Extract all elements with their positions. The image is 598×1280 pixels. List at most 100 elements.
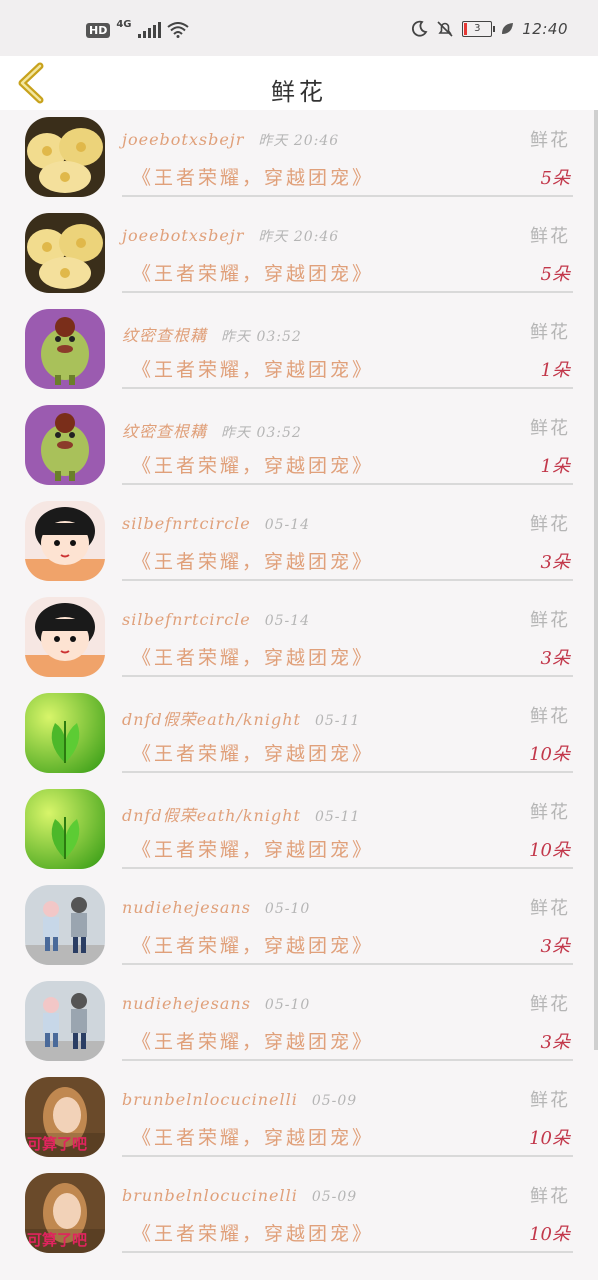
sender-name: brunbelnlocucinelli 05-09 <box>122 1186 357 1205</box>
list-item[interactable]: silbefnrtcircle 05-14 鲜花 《王者荣耀，穿越团宠》 3朵 <box>0 494 598 590</box>
list-item[interactable]: 可算了吧 brunbelnlocucinelli 05-09 鲜花《王者荣耀，穿越团宠… <box>0 1166 598 1262</box>
sender-name-text: brunbelnlocucinelli <box>122 1186 298 1205</box>
scrollbar[interactable] <box>594 110 598 1050</box>
gift-count: 1朵 <box>540 360 570 381</box>
gift-type: 鲜花 <box>530 610 570 631</box>
kids-photo-avatar[interactable] <box>25 981 105 1061</box>
status-bar: HD 4G 3 12:40 <box>0 0 598 56</box>
divider <box>122 291 573 293</box>
list-item[interactable]: dnfd假荣eath/knight 05-11 鲜花 《王者荣耀，穿越团宠》 10朵 <box>0 782 598 878</box>
sender-name: 纹密查根耩 昨天 03:52 <box>122 418 302 442</box>
kids-photo-avatar[interactable] <box>25 885 105 965</box>
gift-count: 3朵 <box>540 1032 570 1053</box>
food-avatar[interactable] <box>25 117 105 197</box>
timestamp: 昨天 03:52 <box>221 425 302 441</box>
gift-count: 3朵 <box>540 552 570 573</box>
gift-count: 3朵 <box>540 648 570 669</box>
sender-name-text: brunbelnlocucinelli <box>122 1090 298 1109</box>
page-title: 鲜花 <box>271 78 327 106</box>
divider <box>122 387 573 389</box>
list-item[interactable]: joeebotxsbejr 昨天 20:46 鲜花《王者荣耀，穿越团宠》 5朵 <box>0 110 598 206</box>
list-item[interactable]: dnfd假荣eath/knight 05-11 鲜花 《王者荣耀，穿越团宠》 10朵 <box>0 686 598 782</box>
sender-name-text: silbefnrtcircle <box>122 514 251 533</box>
timestamp: 05-11 <box>314 713 361 729</box>
gift-record-list: joeebotxsbejr 昨天 20:46 鲜花 《王者荣耀，穿越团宠》 5朵 joee… <box>0 110 598 1262</box>
gift-count: 1朵 <box>540 456 570 477</box>
list-item[interactable]: silbefnrtcircle 05-14 鲜花 《王者荣耀，穿越团宠》 3朵 <box>0 590 598 686</box>
sender-name: nudiehejesans 05-10 <box>122 898 310 917</box>
bell-muted-icon <box>437 21 453 37</box>
timestamp: 05-10 <box>264 997 311 1013</box>
leaf-icon <box>502 23 514 34</box>
gift-count: 3朵 <box>540 936 570 957</box>
status-left: HD 4G <box>86 19 189 38</box>
sender-name: joeebotxsbejr 昨天 20:46 <box>122 130 339 150</box>
moon-icon <box>412 20 428 37</box>
room-name: 《王者荣耀，穿越团宠》 <box>132 743 375 765</box>
room-name: 《王者荣耀，穿越团宠》 <box>132 1223 375 1245</box>
green-leaf-avatar[interactable] <box>25 693 105 773</box>
svg-text:可算了吧: 可算了吧 <box>27 1231 87 1249</box>
timestamp: 昨天 03:52 <box>221 329 302 345</box>
list-item[interactable]: nudiehejesans 05-10 鲜花《王者荣耀，穿越团宠》 3朵 <box>0 878 598 974</box>
sender-name: 纹密查根耩 昨天 03:52 <box>122 322 302 346</box>
room-name: 《王者荣耀，穿越团宠》 <box>132 935 375 957</box>
nav-bar: 鲜花 <box>0 56 598 110</box>
cartoon-frog-avatar[interactable] <box>25 405 105 485</box>
divider <box>122 1155 573 1157</box>
gift-type: 鲜花 <box>530 1186 570 1207</box>
timestamp: 昨天 20:46 <box>258 133 340 149</box>
sender-name-text: joeebotxsbejr <box>122 226 245 245</box>
gift-type: 鲜花 <box>530 1090 570 1111</box>
sender-name: silbefnrtcircle 05-14 <box>122 514 310 533</box>
gift-type: 鲜花 <box>530 130 570 151</box>
gift-type: 鲜花 <box>530 514 570 535</box>
sender-name: joeebotxsbejr 昨天 20:46 <box>122 226 339 246</box>
sender-name: dnfd假荣eath/knight 05-11 <box>122 706 360 730</box>
room-name: 《王者荣耀，穿越团宠》 <box>132 263 375 285</box>
timestamp: 05-14 <box>264 613 311 629</box>
timestamp: 05-11 <box>314 809 361 825</box>
sender-name: dnfd假荣eath/knight 05-11 <box>122 802 360 826</box>
sender-name: silbefnrtcircle 05-14 <box>122 610 310 629</box>
list-item[interactable]: 纹密查根耩 昨天 03:52 鲜花 《王者荣耀，穿越团宠》 1朵 <box>0 302 598 398</box>
gift-type: 鲜花 <box>530 898 570 919</box>
divider <box>122 771 573 773</box>
sender-name: brunbelnlocucinelli 05-09 <box>122 1090 357 1109</box>
list-item[interactable]: nudiehejesans 05-10 鲜花 《王者荣耀，穿越团宠》 3朵 <box>0 974 598 1070</box>
wifi-icon <box>166 22 189 38</box>
sender-name-text: nudiehejesans <box>122 898 251 917</box>
cartoon-girl-avatar[interactable] <box>25 501 105 581</box>
hd-badge: HD <box>86 22 111 38</box>
sender-name-text: dnfd假荣eath/knight <box>122 710 301 729</box>
gift-type: 鲜花 <box>530 226 570 247</box>
cartoon-girl-avatar[interactable] <box>25 597 105 677</box>
sender-name-text: joeebotxsbejr <box>122 130 245 149</box>
list-item[interactable]: 可算了吧 brunbelnlocucinelli 05-09 鲜花 《王者荣耀，穿越团宠… <box>0 1070 598 1166</box>
gift-count: 5朵 <box>540 168 570 189</box>
room-name: 《王者荣耀，穿越团宠》 <box>132 839 375 861</box>
room-name: 《王者荣耀，穿越团宠》 <box>132 167 375 189</box>
gift-count: 10朵 <box>529 1224 570 1245</box>
clock: 12:40 <box>522 20 568 38</box>
sender-name-text: nudiehejesans <box>122 994 251 1013</box>
room-name: 《王者荣耀，穿越团宠》 <box>132 455 375 477</box>
gift-type: 鲜花 <box>530 418 570 439</box>
cartoon-frog-avatar[interactable] <box>25 309 105 389</box>
gift-type: 鲜花 <box>530 322 570 343</box>
sender-name: nudiehejesans 05-10 <box>122 994 310 1013</box>
food-avatar[interactable] <box>25 213 105 293</box>
woman-photo-avatar[interactable]: 可算了吧 <box>25 1173 105 1253</box>
timestamp: 05-14 <box>264 517 311 533</box>
list-item[interactable]: joeebotxsbejr 昨天 20:46 鲜花《王者荣耀，穿越团宠》 5朵 <box>0 206 598 302</box>
list-item[interactable]: 纹密查根耩 昨天 03:52 鲜花《王者荣耀，穿越团宠》 1朵 <box>0 398 598 494</box>
timestamp: 05-09 <box>311 1189 358 1205</box>
woman-photo-avatar[interactable]: 可算了吧 <box>25 1077 105 1157</box>
signal-icon <box>137 22 161 38</box>
gift-count: 5朵 <box>540 264 570 285</box>
divider <box>122 579 573 581</box>
green-leaf-avatar[interactable] <box>25 789 105 869</box>
gift-type: 鲜花 <box>530 706 570 727</box>
room-name: 《王者荣耀，穿越团宠》 <box>132 1031 375 1053</box>
divider <box>122 867 573 869</box>
